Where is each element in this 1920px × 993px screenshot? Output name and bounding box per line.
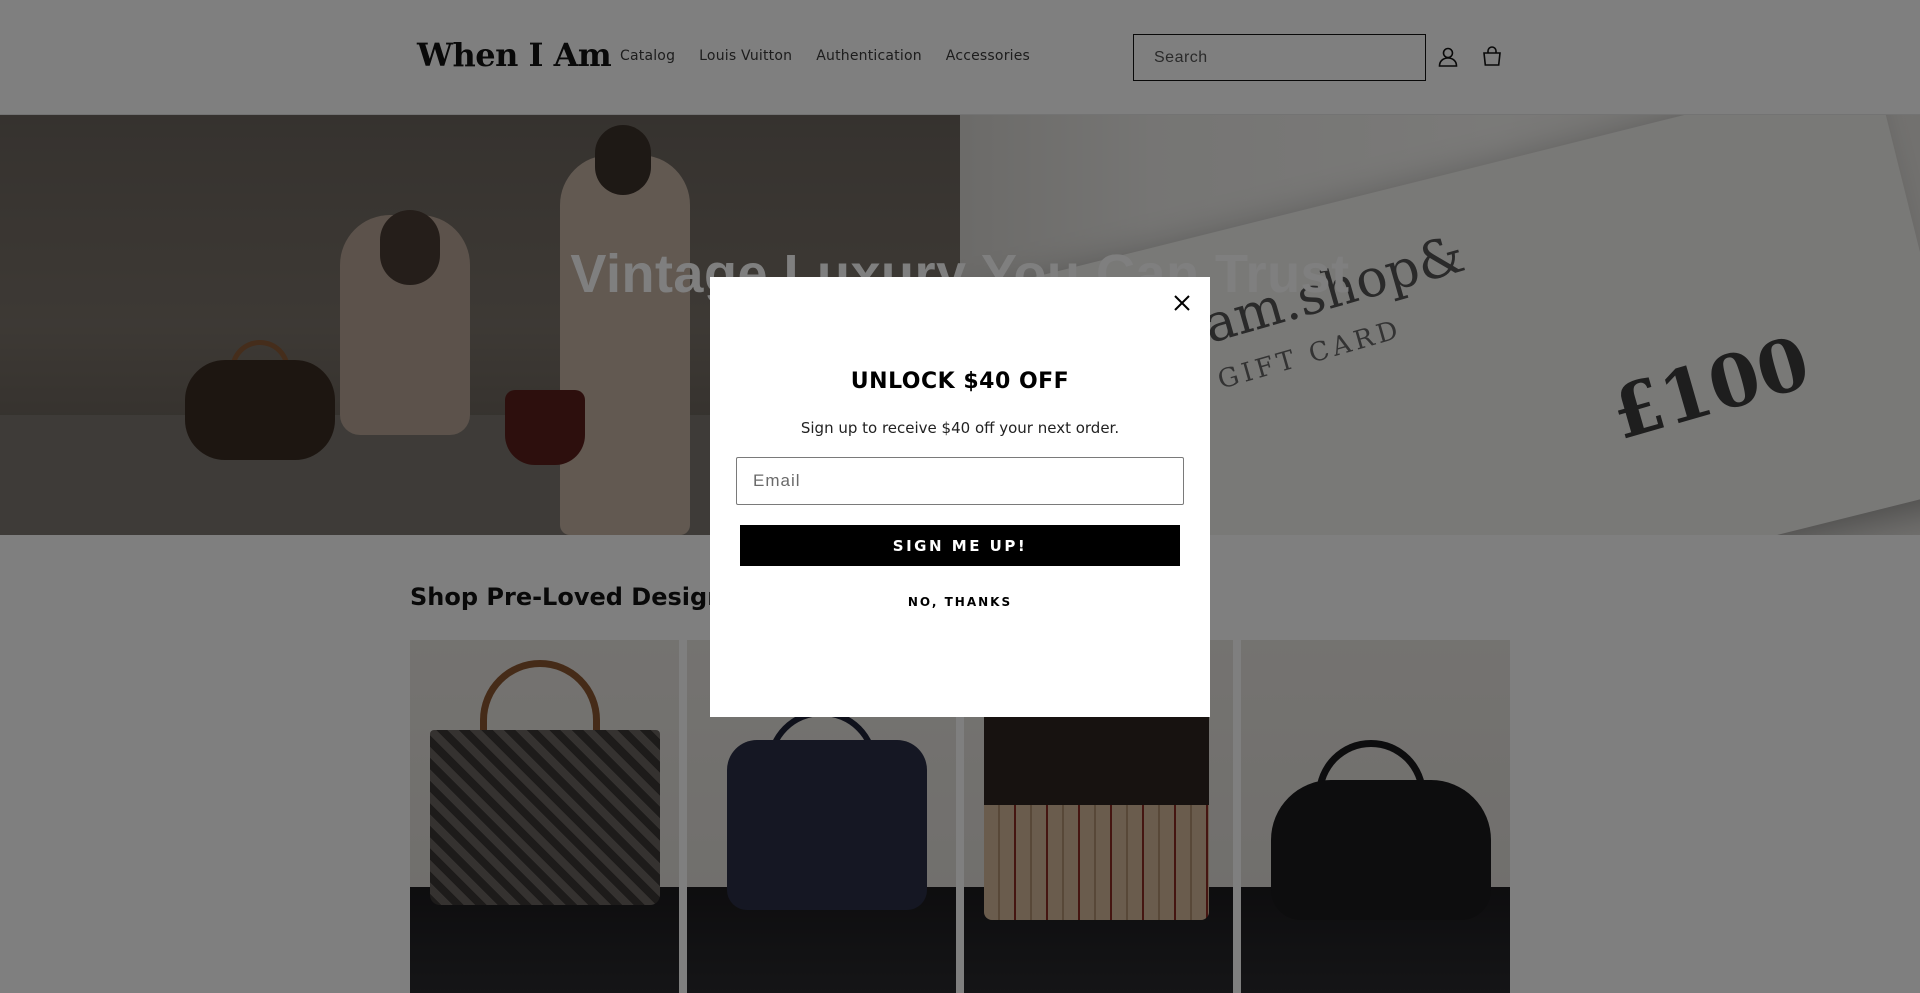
signup-modal: UNLOCK $40 OFF Sign up to receive $40 of… [710, 277, 1210, 717]
sign-up-button[interactable]: SIGN ME UP! [740, 525, 1180, 566]
modal-title: UNLOCK $40 OFF [850, 369, 1070, 394]
close-icon[interactable] [1170, 291, 1194, 315]
email-field[interactable] [736, 457, 1184, 505]
modal-subtitle: Sign up to receive $40 off your next ord… [800, 419, 1120, 437]
no-thanks-button[interactable]: NO, THANKS [710, 595, 1210, 609]
